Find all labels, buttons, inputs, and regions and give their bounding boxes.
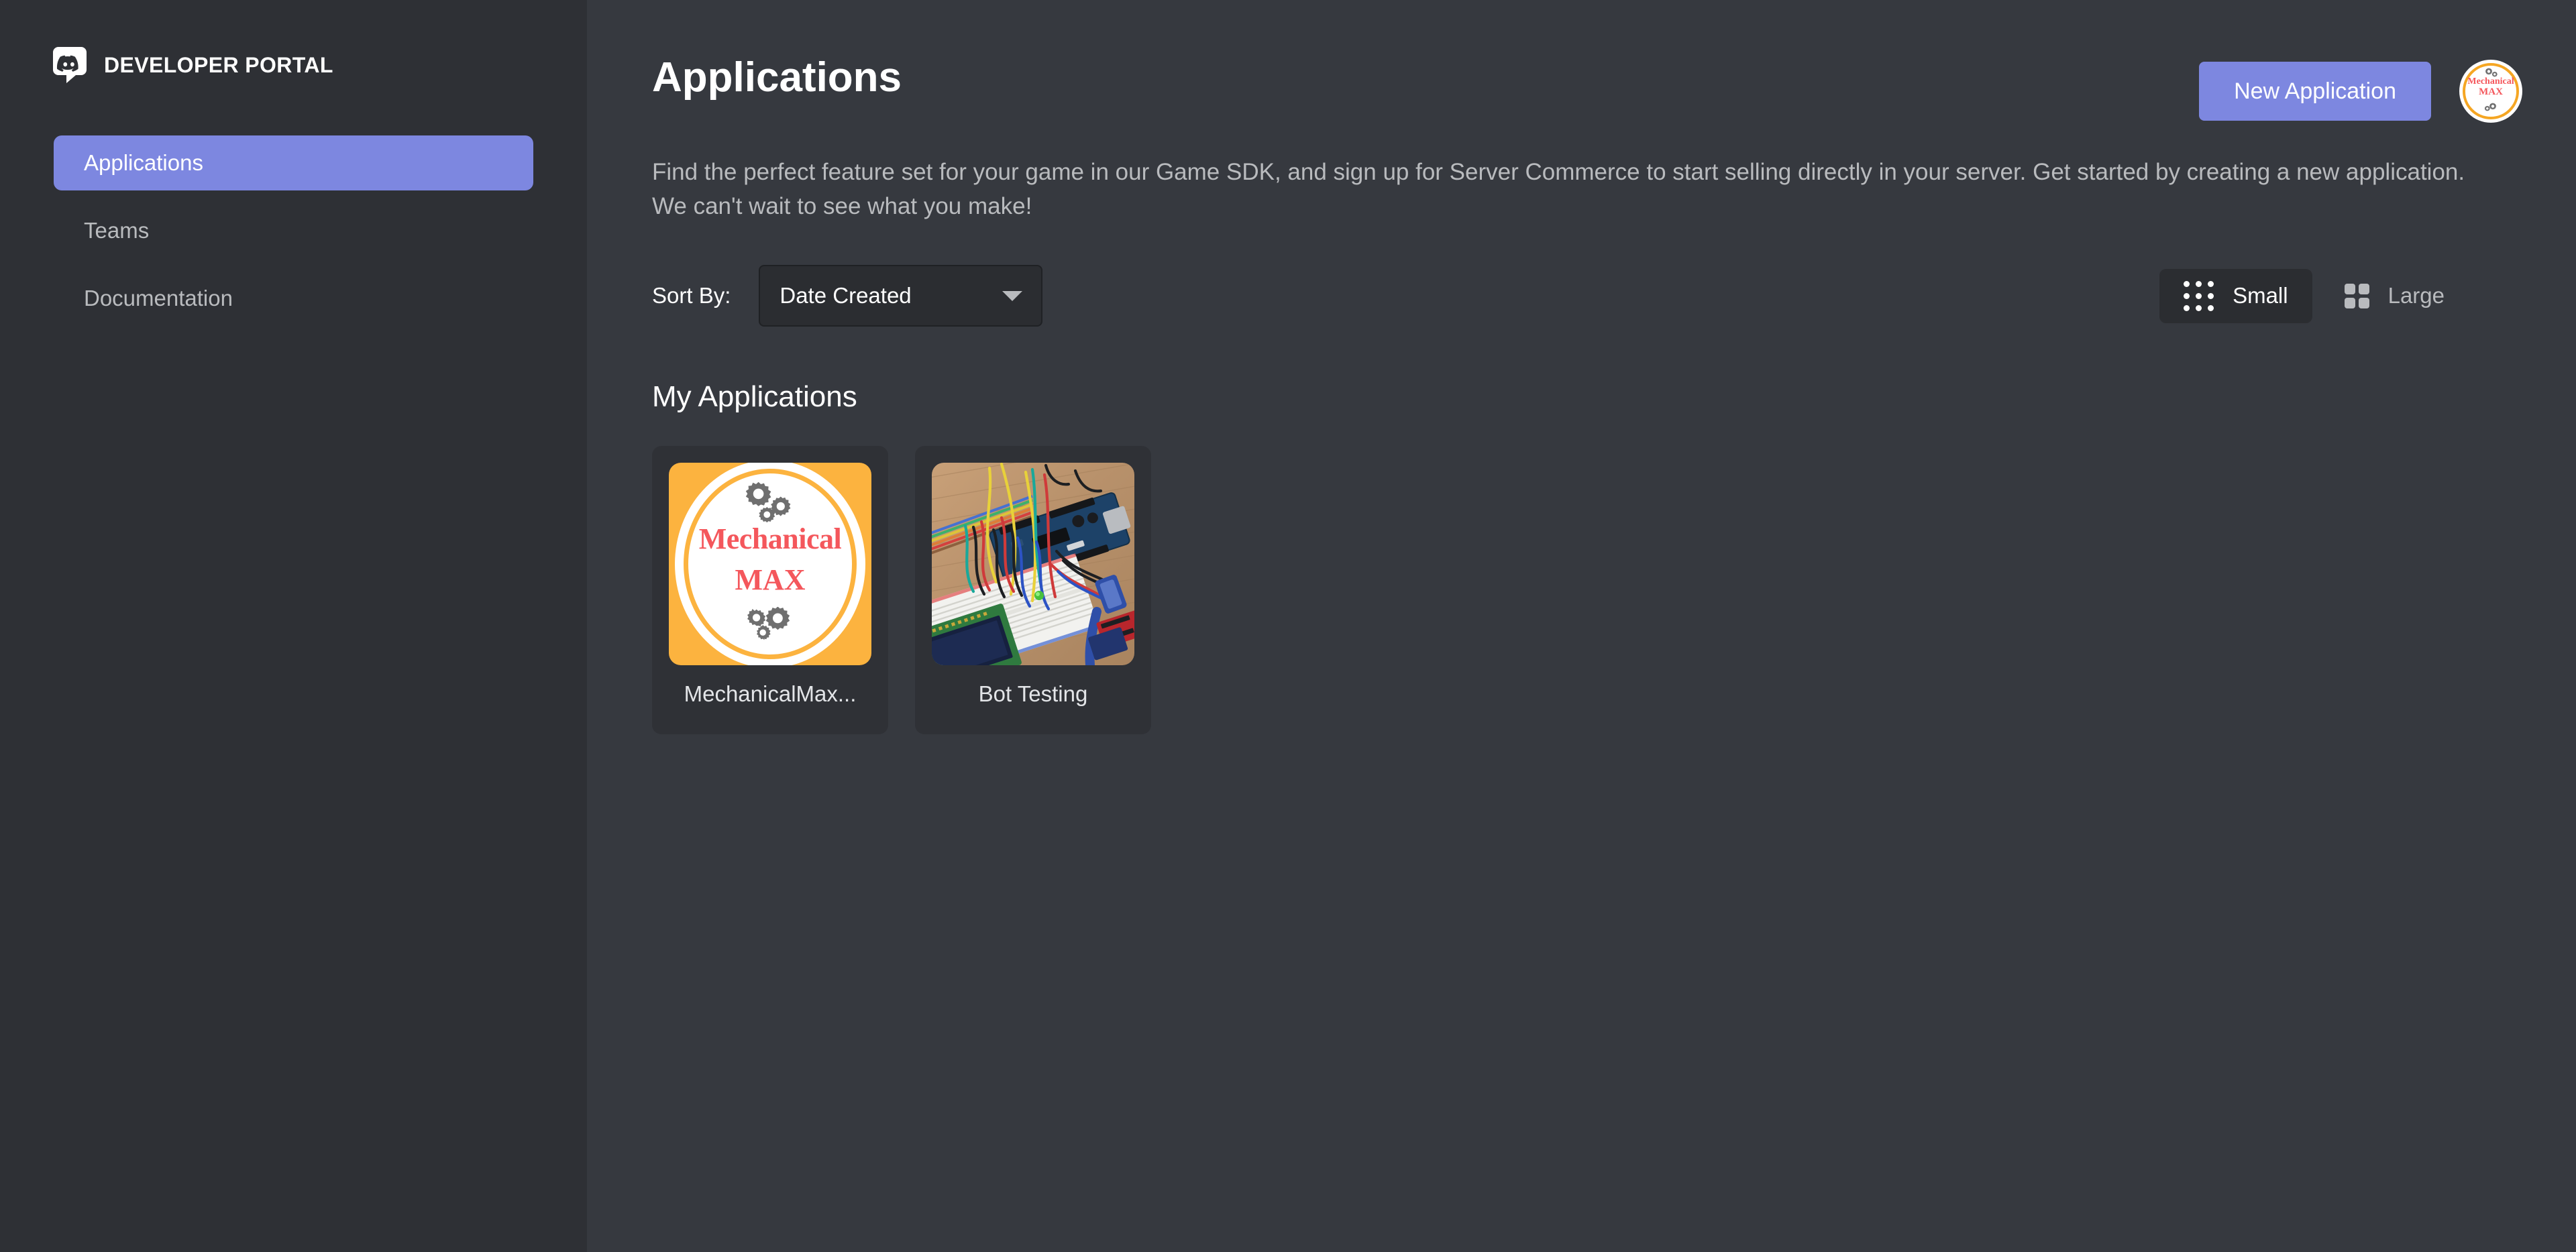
avatar-text-line2: MAX (2479, 86, 2503, 97)
discord-logo-icon (50, 46, 89, 84)
view-option-label: Small (2233, 283, 2288, 308)
sort-by-value: Date Created (780, 283, 912, 308)
app-logo-line2: MAX (735, 563, 806, 597)
header-actions: New Application Mechanical MAX (2199, 60, 2522, 123)
avatar[interactable]: Mechanical MAX (2459, 60, 2522, 123)
sidebar-item-label: Teams (84, 218, 150, 243)
gear-icon (2482, 101, 2500, 117)
page-header: Applications New Application Mechanical … (652, 50, 2522, 123)
brand-title: DEVELOPER PORTAL (104, 52, 333, 77)
brand[interactable]: DEVELOPER PORTAL (0, 42, 587, 89)
gear-icon (741, 606, 799, 650)
sidebar-item-documentation[interactable]: Documentation (54, 271, 533, 326)
new-application-button[interactable]: New Application (2199, 62, 2431, 121)
view-option-large[interactable]: Large (2320, 271, 2469, 321)
grid-small-icon (2184, 280, 2214, 311)
sort-by-select[interactable]: Date Created (759, 265, 1043, 327)
controls-row: Sort By: Date Created Small Large (652, 265, 2522, 327)
section-title-my-applications: My Applications (652, 380, 857, 414)
sidebar-nav: Applications Teams Documentation (0, 135, 587, 326)
app-logo-line1: Mechanical (698, 522, 842, 556)
view-option-label: Large (2387, 283, 2445, 308)
arduino-breadboard-photo (932, 463, 1134, 666)
sidebar-item-teams[interactable]: Teams (54, 203, 533, 258)
application-card[interactable]: Mechanical MAX MechanicalMax... (652, 446, 888, 735)
sort-group: Sort By: Date Created (652, 265, 1043, 327)
page-title: Applications (652, 54, 902, 101)
sidebar-item-label: Documentation (84, 286, 233, 310)
view-toggle: Small Large (2159, 268, 2469, 323)
page-description: Find the perfect feature set for your ga… (652, 159, 2465, 220)
gear-icon (741, 481, 799, 526)
mechanical-max-logo: Mechanical MAX (669, 463, 871, 666)
avatar-text: Mechanical MAX (2459, 76, 2522, 97)
sidebar-item-label: Applications (84, 150, 203, 175)
sidebar-item-applications[interactable]: Applications (54, 135, 533, 190)
application-card[interactable]: Bot Testing (915, 446, 1151, 735)
application-name: Bot Testing (978, 681, 1088, 707)
sidebar: DEVELOPER PORTAL Applications Teams Docu… (0, 0, 587, 1252)
grid-large-icon (2344, 283, 2369, 308)
avatar-text-line1: Mechanical (2467, 76, 2514, 87)
application-grid: Mechanical MAX MechanicalMax... Bot Test… (652, 446, 2522, 735)
view-option-small[interactable]: Small (2159, 268, 2312, 323)
chevron-down-icon (1002, 290, 1023, 301)
app-logo-text: Mechanical MAX (669, 522, 871, 597)
sort-by-label: Sort By: (652, 283, 731, 308)
application-name: MechanicalMax... (684, 681, 857, 707)
main-content: Applications New Application Mechanical … (587, 0, 2576, 1252)
